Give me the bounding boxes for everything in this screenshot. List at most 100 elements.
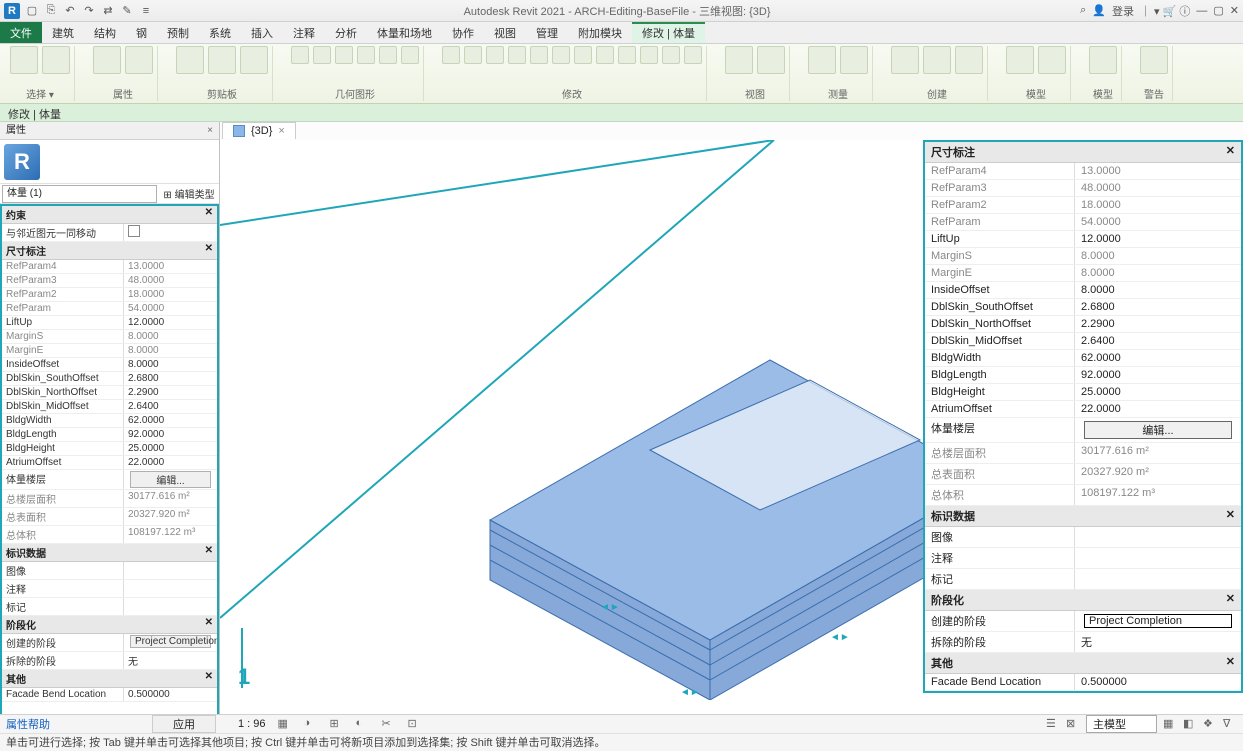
qat-icon[interactable]: ✎ <box>119 3 135 19</box>
property-row[interactable]: MarginE8.0000 <box>2 344 217 358</box>
property-row[interactable]: BldgLength92.0000 <box>925 367 1241 384</box>
property-row[interactable]: RefParam413.0000 <box>2 260 217 274</box>
minimize-icon[interactable]: — <box>1196 5 1207 17</box>
ribbon-icon[interactable] <box>1006 46 1034 74</box>
group-header[interactable]: 约束✕ <box>2 206 217 224</box>
property-row[interactable]: MarginE8.0000 <box>925 265 1241 282</box>
group-header[interactable]: 尺寸标注✕ <box>2 242 217 260</box>
ribbon-icon[interactable] <box>125 46 153 74</box>
login-area[interactable]: ⌕ 👤 登录 ｜ ▾ 🛒 ⓘ — ▢ ✕ <box>1080 3 1239 19</box>
property-row[interactable]: DblSkin_MidOffset2.6400 <box>2 400 217 414</box>
tab-0[interactable]: 文件 <box>0 22 42 43</box>
property-row[interactable]: 图像 <box>2 562 217 580</box>
property-row[interactable]: BldgHeight25.0000 <box>925 384 1241 401</box>
ribbon-icon[interactable] <box>176 46 204 74</box>
ribbon-icon[interactable] <box>379 46 397 64</box>
property-row[interactable]: AtriumOffset22.0000 <box>925 401 1241 418</box>
property-row[interactable]: 创建的阶段Project Completion <box>925 611 1241 632</box>
ribbon-icon[interactable] <box>442 46 460 64</box>
ribbon-icon[interactable] <box>618 46 636 64</box>
property-row[interactable]: RefParam413.0000 <box>925 163 1241 180</box>
status-icon[interactable]: ❖ <box>1203 717 1217 731</box>
ribbon-icon[interactable] <box>574 46 592 64</box>
property-row[interactable]: 标记 <box>2 598 217 616</box>
qat-icon[interactable]: ⇄ <box>100 3 116 19</box>
ribbon-icon[interactable] <box>1089 46 1117 74</box>
qat-icon[interactable]: ↷ <box>81 3 97 19</box>
property-row[interactable]: 总表面积20327.920 m² <box>925 464 1241 485</box>
property-row[interactable]: 拆除的阶段无 <box>925 632 1241 653</box>
search-icon[interactable]: ⌕ <box>1080 4 1086 17</box>
group-header[interactable]: 标识数据✕ <box>925 506 1241 527</box>
maximize-icon[interactable]: ▢ <box>1213 4 1223 17</box>
property-row[interactable]: MarginS8.0000 <box>2 330 217 344</box>
ribbon-icon[interactable] <box>401 46 419 64</box>
property-row[interactable]: Facade Bend Location0.500000 <box>925 674 1241 691</box>
tab-8[interactable]: 分析 <box>325 22 367 43</box>
property-row[interactable]: BldgHeight25.0000 <box>2 442 217 456</box>
qat-icon[interactable]: ▢ <box>24 3 40 19</box>
ribbon-icon[interactable] <box>357 46 375 64</box>
property-row[interactable]: LiftUp12.0000 <box>925 231 1241 248</box>
status-icon[interactable]: ∇ <box>1223 717 1237 731</box>
edit-type-button[interactable]: ⊞ 编辑类型 <box>159 186 219 201</box>
view-icon[interactable]: ✂ <box>382 717 396 731</box>
property-row[interactable]: 体量楼层编辑... <box>925 418 1241 443</box>
property-row[interactable]: DblSkin_SouthOffset2.6800 <box>2 372 217 386</box>
property-row[interactable]: 拆除的阶段无 <box>2 652 217 670</box>
properties-grid[interactable]: 约束✕与邻近图元一同移动尺寸标注✕RefParam413.0000RefPara… <box>0 204 219 732</box>
ribbon-icon[interactable] <box>93 46 121 74</box>
property-row[interactable]: 体量楼层编辑... <box>2 470 217 490</box>
tab-11[interactable]: 视图 <box>484 22 526 43</box>
close-icon[interactable]: × <box>207 122 213 139</box>
tab-12[interactable]: 管理 <box>526 22 568 43</box>
property-row[interactable]: RefParam54.0000 <box>2 302 217 316</box>
viewport[interactable]: {3D} × <box>220 122 1243 732</box>
tab-7[interactable]: 注释 <box>283 22 325 43</box>
group-header[interactable]: 标识数据✕ <box>2 544 217 562</box>
tab-14[interactable]: 修改 | 体量 <box>632 22 705 43</box>
tab-9[interactable]: 体量和场地 <box>367 22 442 43</box>
tab-3[interactable]: 钢 <box>126 22 157 43</box>
view-icon[interactable]: ◑ <box>304 717 318 731</box>
property-row[interactable]: BldgWidth62.0000 <box>925 350 1241 367</box>
apply-button[interactable]: 应用 <box>152 715 216 733</box>
property-row[interactable]: DblSkin_NorthOffset2.2900 <box>925 316 1241 333</box>
tab-2[interactable]: 结构 <box>84 22 126 43</box>
instance-selector[interactable]: 体量 (1) <box>2 185 157 203</box>
qat-icon[interactable]: ≡ <box>138 3 154 19</box>
view-icon[interactable]: ⊞ <box>330 717 344 731</box>
ribbon-icon[interactable] <box>640 46 658 64</box>
group-header[interactable]: 其他✕ <box>925 653 1241 674</box>
property-row[interactable]: 总表面积20327.920 m² <box>2 508 217 526</box>
tab-13[interactable]: 附加模块 <box>568 22 632 43</box>
property-row[interactable]: DblSkin_SouthOffset2.6800 <box>925 299 1241 316</box>
ribbon-icon[interactable] <box>508 46 526 64</box>
ribbon-icon[interactable] <box>725 46 753 74</box>
ribbon-icon[interactable] <box>530 46 548 64</box>
ribbon-icon[interactable] <box>240 46 268 74</box>
property-row[interactable]: InsideOffset8.0000 <box>925 282 1241 299</box>
tab-6[interactable]: 插入 <box>241 22 283 43</box>
property-row[interactable]: BldgWidth62.0000 <box>2 414 217 428</box>
view-tab[interactable]: {3D} × <box>222 122 296 139</box>
property-row[interactable]: RefParam348.0000 <box>925 180 1241 197</box>
tab-10[interactable]: 协作 <box>442 22 484 43</box>
ribbon-icon[interactable] <box>757 46 785 74</box>
tab-1[interactable]: 建筑 <box>42 22 84 43</box>
property-row[interactable]: RefParam54.0000 <box>925 214 1241 231</box>
property-row[interactable]: LiftUp12.0000 <box>2 316 217 330</box>
group-header[interactable]: 阶段化✕ <box>2 616 217 634</box>
status-icon[interactable]: ⊠ <box>1066 717 1080 731</box>
ribbon-icon[interactable] <box>464 46 482 64</box>
ribbon-icon[interactable] <box>662 46 680 64</box>
status-icon[interactable]: ☰ <box>1046 717 1060 731</box>
user-icon[interactable]: 👤 <box>1092 4 1106 17</box>
property-row[interactable]: RefParam348.0000 <box>2 274 217 288</box>
property-row[interactable]: 与邻近图元一同移动 <box>2 224 217 242</box>
property-row[interactable]: RefParam218.0000 <box>925 197 1241 214</box>
tab-4[interactable]: 预制 <box>157 22 199 43</box>
property-row[interactable]: DblSkin_MidOffset2.6400 <box>925 333 1241 350</box>
property-row[interactable]: MarginS8.0000 <box>925 248 1241 265</box>
ribbon-icon[interactable] <box>1038 46 1066 74</box>
